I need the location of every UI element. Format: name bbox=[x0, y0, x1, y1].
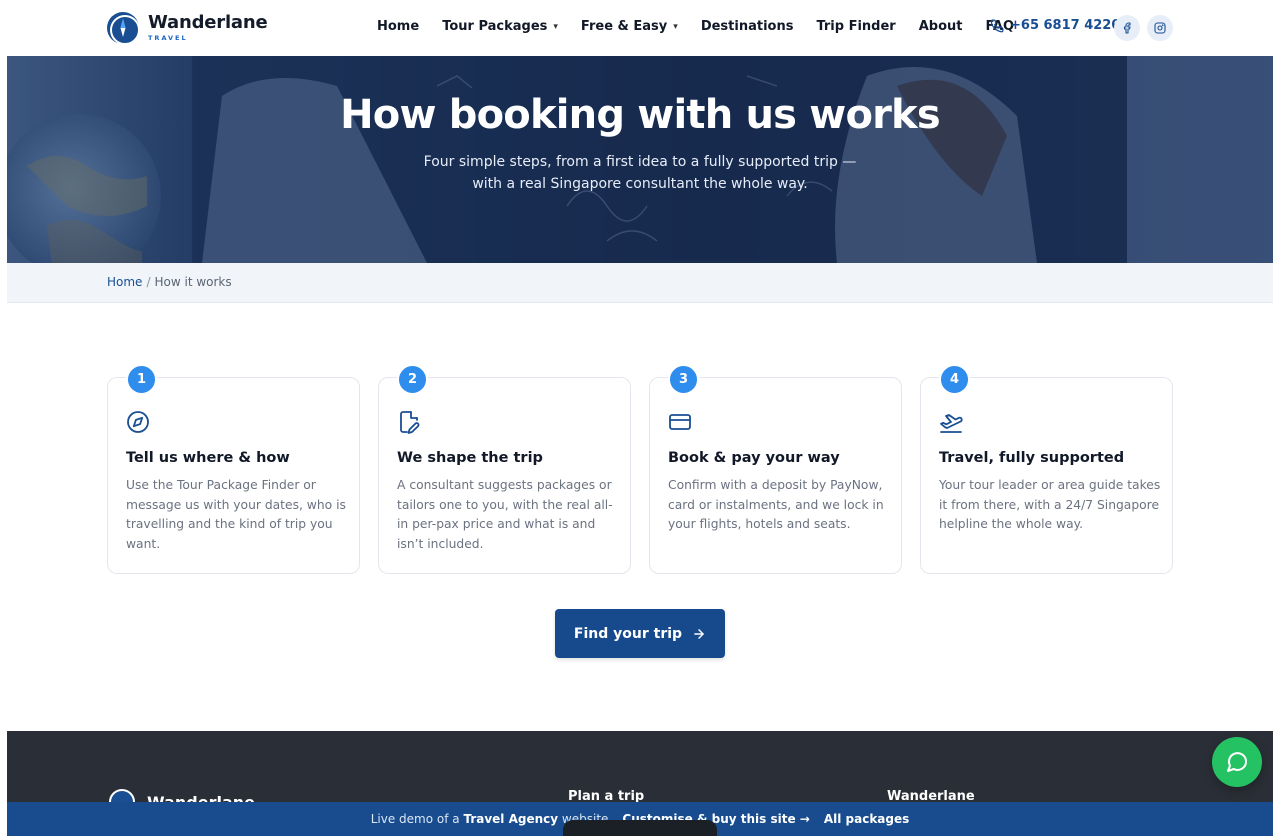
instagram-button[interactable] bbox=[1147, 15, 1173, 41]
nav-tour-packages[interactable]: Tour Packages ▾ bbox=[442, 18, 558, 36]
step-description: Use the Tour Package Finder or message u… bbox=[126, 478, 346, 551]
compass-icon bbox=[127, 411, 149, 433]
step-card-2: 2 We shape the trip A consultant suggest… bbox=[378, 364, 631, 574]
phone-link[interactable]: +65 6817 4220 bbox=[990, 18, 1120, 33]
brand-logo[interactable]: Wanderlane TRAVEL bbox=[107, 12, 268, 45]
site-header: Wanderlane TRAVEL Home Tour Packages ▾ Fr… bbox=[7, 0, 1273, 56]
step-number-badge: 3 bbox=[668, 364, 699, 395]
breadcrumb-separator: / bbox=[146, 275, 151, 289]
nav-about[interactable]: About bbox=[919, 18, 963, 36]
chevron-down-icon: ▾ bbox=[553, 22, 558, 32]
breadcrumb: Home / How it works bbox=[7, 263, 1273, 303]
credit-card-icon bbox=[669, 414, 691, 430]
find-your-trip-button[interactable]: Find your trip bbox=[555, 609, 725, 658]
hero-banner: How booking with us works Four simple st… bbox=[7, 56, 1273, 263]
step-number-badge: 4 bbox=[939, 364, 970, 395]
page-title: How booking with us works bbox=[340, 92, 941, 138]
nav-destinations[interactable]: Destinations bbox=[701, 18, 794, 36]
step-card-1: 1 Tell us where & how Use the Tour Packa… bbox=[107, 364, 360, 574]
instagram-icon bbox=[1154, 22, 1166, 34]
nav-free-easy[interactable]: Free & Easy ▾ bbox=[581, 18, 678, 36]
page: Wanderlane TRAVEL Home Tour Packages ▾ Fr… bbox=[7, 0, 1273, 836]
facebook-icon bbox=[1123, 22, 1131, 34]
demo-prefix: Live demo of a bbox=[370, 812, 460, 826]
chevron-down-icon: ▾ bbox=[673, 22, 678, 32]
floating-toolbar[interactable] bbox=[563, 820, 717, 836]
brand-tagline: TRAVEL bbox=[148, 34, 188, 42]
step-description: A consultant suggests packages or tailor… bbox=[397, 478, 613, 551]
nav-home[interactable]: Home bbox=[377, 18, 419, 36]
step-title: We shape the trip bbox=[397, 450, 543, 466]
chat-bubble-icon bbox=[1227, 752, 1248, 772]
arrow-right-icon bbox=[694, 628, 704, 639]
document-edit-icon bbox=[400, 411, 420, 434]
brand-name: Wanderlane bbox=[148, 12, 268, 33]
step-number-badge: 2 bbox=[397, 364, 428, 395]
step-title: Travel, fully supported bbox=[939, 450, 1125, 466]
hero-subtitle: Four simple steps, from a first idea to … bbox=[423, 154, 857, 192]
whatsapp-chat-button[interactable] bbox=[1212, 737, 1262, 787]
phone-icon bbox=[990, 19, 1004, 32]
step-title: Tell us where & how bbox=[126, 450, 290, 466]
main-nav: Home Tour Packages ▾ Free & Easy ▾ Destina… bbox=[377, 18, 1037, 36]
step-description: Confirm with a deposit by PayNow, card o… bbox=[668, 478, 884, 532]
step-title: Book & pay your way bbox=[668, 450, 840, 466]
step-description: Your tour leader or area guide takes it … bbox=[939, 478, 1161, 532]
breadcrumb-current: How it works bbox=[154, 275, 232, 289]
facebook-button[interactable] bbox=[1114, 15, 1140, 41]
phone-number: +65 6817 4220 bbox=[1010, 18, 1121, 33]
step-card-3: 3 Book & pay your way Confirm with a dep… bbox=[649, 364, 902, 574]
breadcrumb-home-link[interactable]: Home bbox=[107, 275, 142, 289]
plane-departure-icon bbox=[940, 414, 963, 433]
nav-trip-finder[interactable]: Trip Finder bbox=[816, 18, 895, 36]
demo-site-type: Travel Agency bbox=[463, 812, 559, 826]
all-packages-link[interactable]: All packages bbox=[824, 812, 909, 826]
step-card-4: 4 Travel, fully supported Your tour lead… bbox=[920, 364, 1173, 574]
step-number-badge: 1 bbox=[126, 364, 157, 395]
find-your-trip-label: Find your trip bbox=[573, 625, 683, 642]
compass-logo-icon bbox=[107, 12, 140, 45]
